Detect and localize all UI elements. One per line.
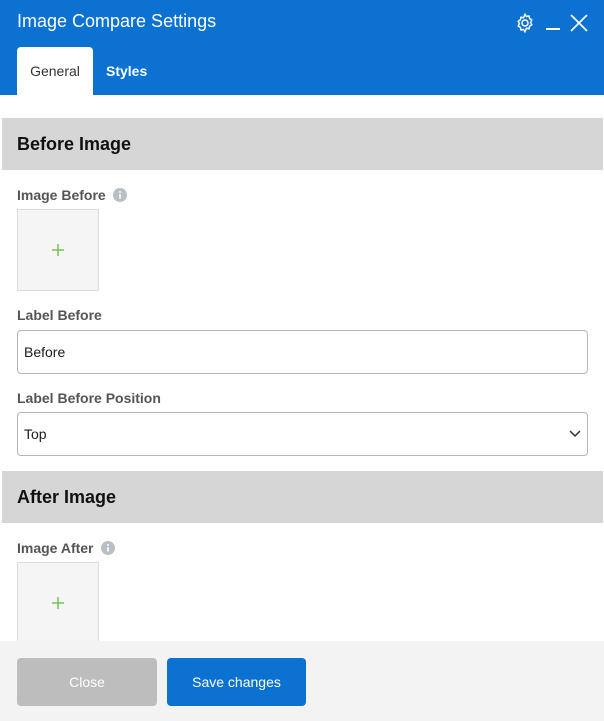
- dialog-footer: Close Save changes: [0, 641, 604, 721]
- image-before-upload[interactable]: [17, 209, 99, 291]
- save-changes-button[interactable]: Save changes: [167, 658, 306, 706]
- label-before-position-select[interactable]: Top: [17, 412, 588, 456]
- label-before-position-label: Label Before Position: [17, 390, 161, 406]
- tab-styles[interactable]: Styles: [93, 47, 160, 95]
- close-button[interactable]: Close: [17, 658, 157, 706]
- dialog-title: Image Compare Settings: [17, 11, 217, 31]
- tab-general[interactable]: General: [17, 47, 93, 95]
- close-icon[interactable]: [567, 11, 591, 35]
- image-after-label: Image After: [17, 540, 94, 556]
- gear-icon[interactable]: [513, 11, 537, 35]
- image-after-upload[interactable]: [17, 562, 99, 641]
- section-heading-before: Before Image: [2, 118, 603, 170]
- info-icon[interactable]: [112, 188, 127, 202]
- settings-content[interactable]: Before Image Image Before Label Before L…: [0, 95, 604, 641]
- dialog-header: Image Compare Settings General Styles: [0, 0, 604, 95]
- plus-icon: [52, 597, 64, 609]
- section-heading-after: After Image: [2, 471, 603, 523]
- field-label-image-after: Image After: [17, 540, 115, 556]
- select-value: Top: [24, 426, 47, 442]
- label-before-input[interactable]: [17, 330, 588, 374]
- minimize-icon[interactable]: [541, 11, 565, 35]
- plus-icon: [52, 244, 64, 256]
- label-before-label: Label Before: [17, 307, 102, 323]
- info-icon[interactable]: [100, 541, 115, 555]
- tab-bar: General Styles: [17, 47, 160, 95]
- chevron-down-icon: [569, 430, 581, 438]
- image-before-label: Image Before: [17, 187, 106, 203]
- field-label-image-before: Image Before: [17, 187, 127, 203]
